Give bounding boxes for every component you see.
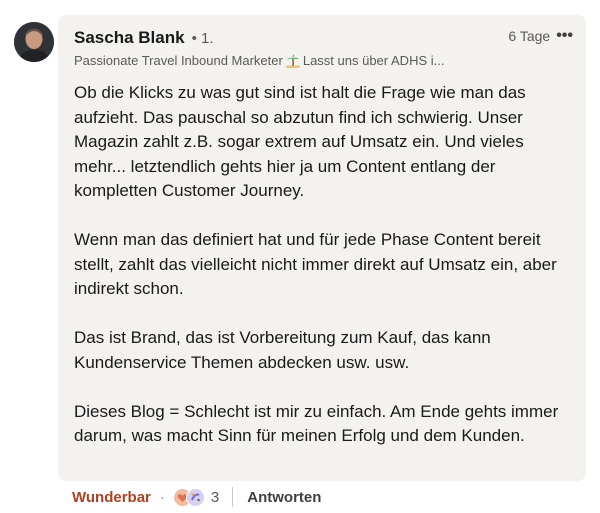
reply-button[interactable]: Antworten (247, 489, 321, 506)
action-divider (232, 487, 234, 507)
palm-tree-icon (285, 54, 300, 68)
comment-actions: Wunderbar · 3 Antworten (72, 486, 321, 508)
reaction-icons[interactable] (172, 487, 205, 507)
comment-paragraph: Wenn man das definiert hat und für jede … (74, 230, 557, 298)
comment-paragraph: Das ist Brand, das ist Vorbereitung zum … (74, 328, 491, 372)
comment-item: Sascha Blank • 1. Passionate Travel Inbo… (0, 0, 600, 513)
comment-meta: 6 Tage ••• (508, 28, 573, 45)
comment-bubble: Sascha Blank • 1. Passionate Travel Inbo… (58, 15, 586, 481)
reaction-count[interactable]: 3 (211, 489, 219, 506)
avatar-photo (14, 22, 54, 62)
headline-text-part1: Passionate Travel Inbound Marketer (74, 53, 283, 68)
headline-text-part2: Lasst uns über ADHS i... (302, 53, 445, 68)
comment-text: Ob die Klicks zu was gut sind ist halt d… (74, 81, 574, 473)
comment-paragraph: Ob die Klicks zu was gut sind ist halt d… (74, 83, 526, 200)
timestamp: 6 Tage (508, 28, 551, 44)
more-options-icon[interactable]: ••• (556, 28, 573, 44)
celebrate-reaction-icon (185, 487, 205, 507)
reaction-button[interactable]: Wunderbar (72, 489, 151, 506)
author-name[interactable]: Sascha Blank (74, 28, 185, 48)
separator-dot: · (159, 488, 165, 506)
avatar[interactable] (14, 22, 54, 62)
comment-paragraph: Dieses Blog = Schlecht ist mir zu einfac… (74, 401, 559, 446)
author-row: Sascha Blank • 1. (74, 28, 214, 50)
author-headline[interactable]: Passionate Travel Inbound Marketer Lasst… (74, 53, 444, 68)
connection-degree: • 1. (191, 30, 214, 47)
